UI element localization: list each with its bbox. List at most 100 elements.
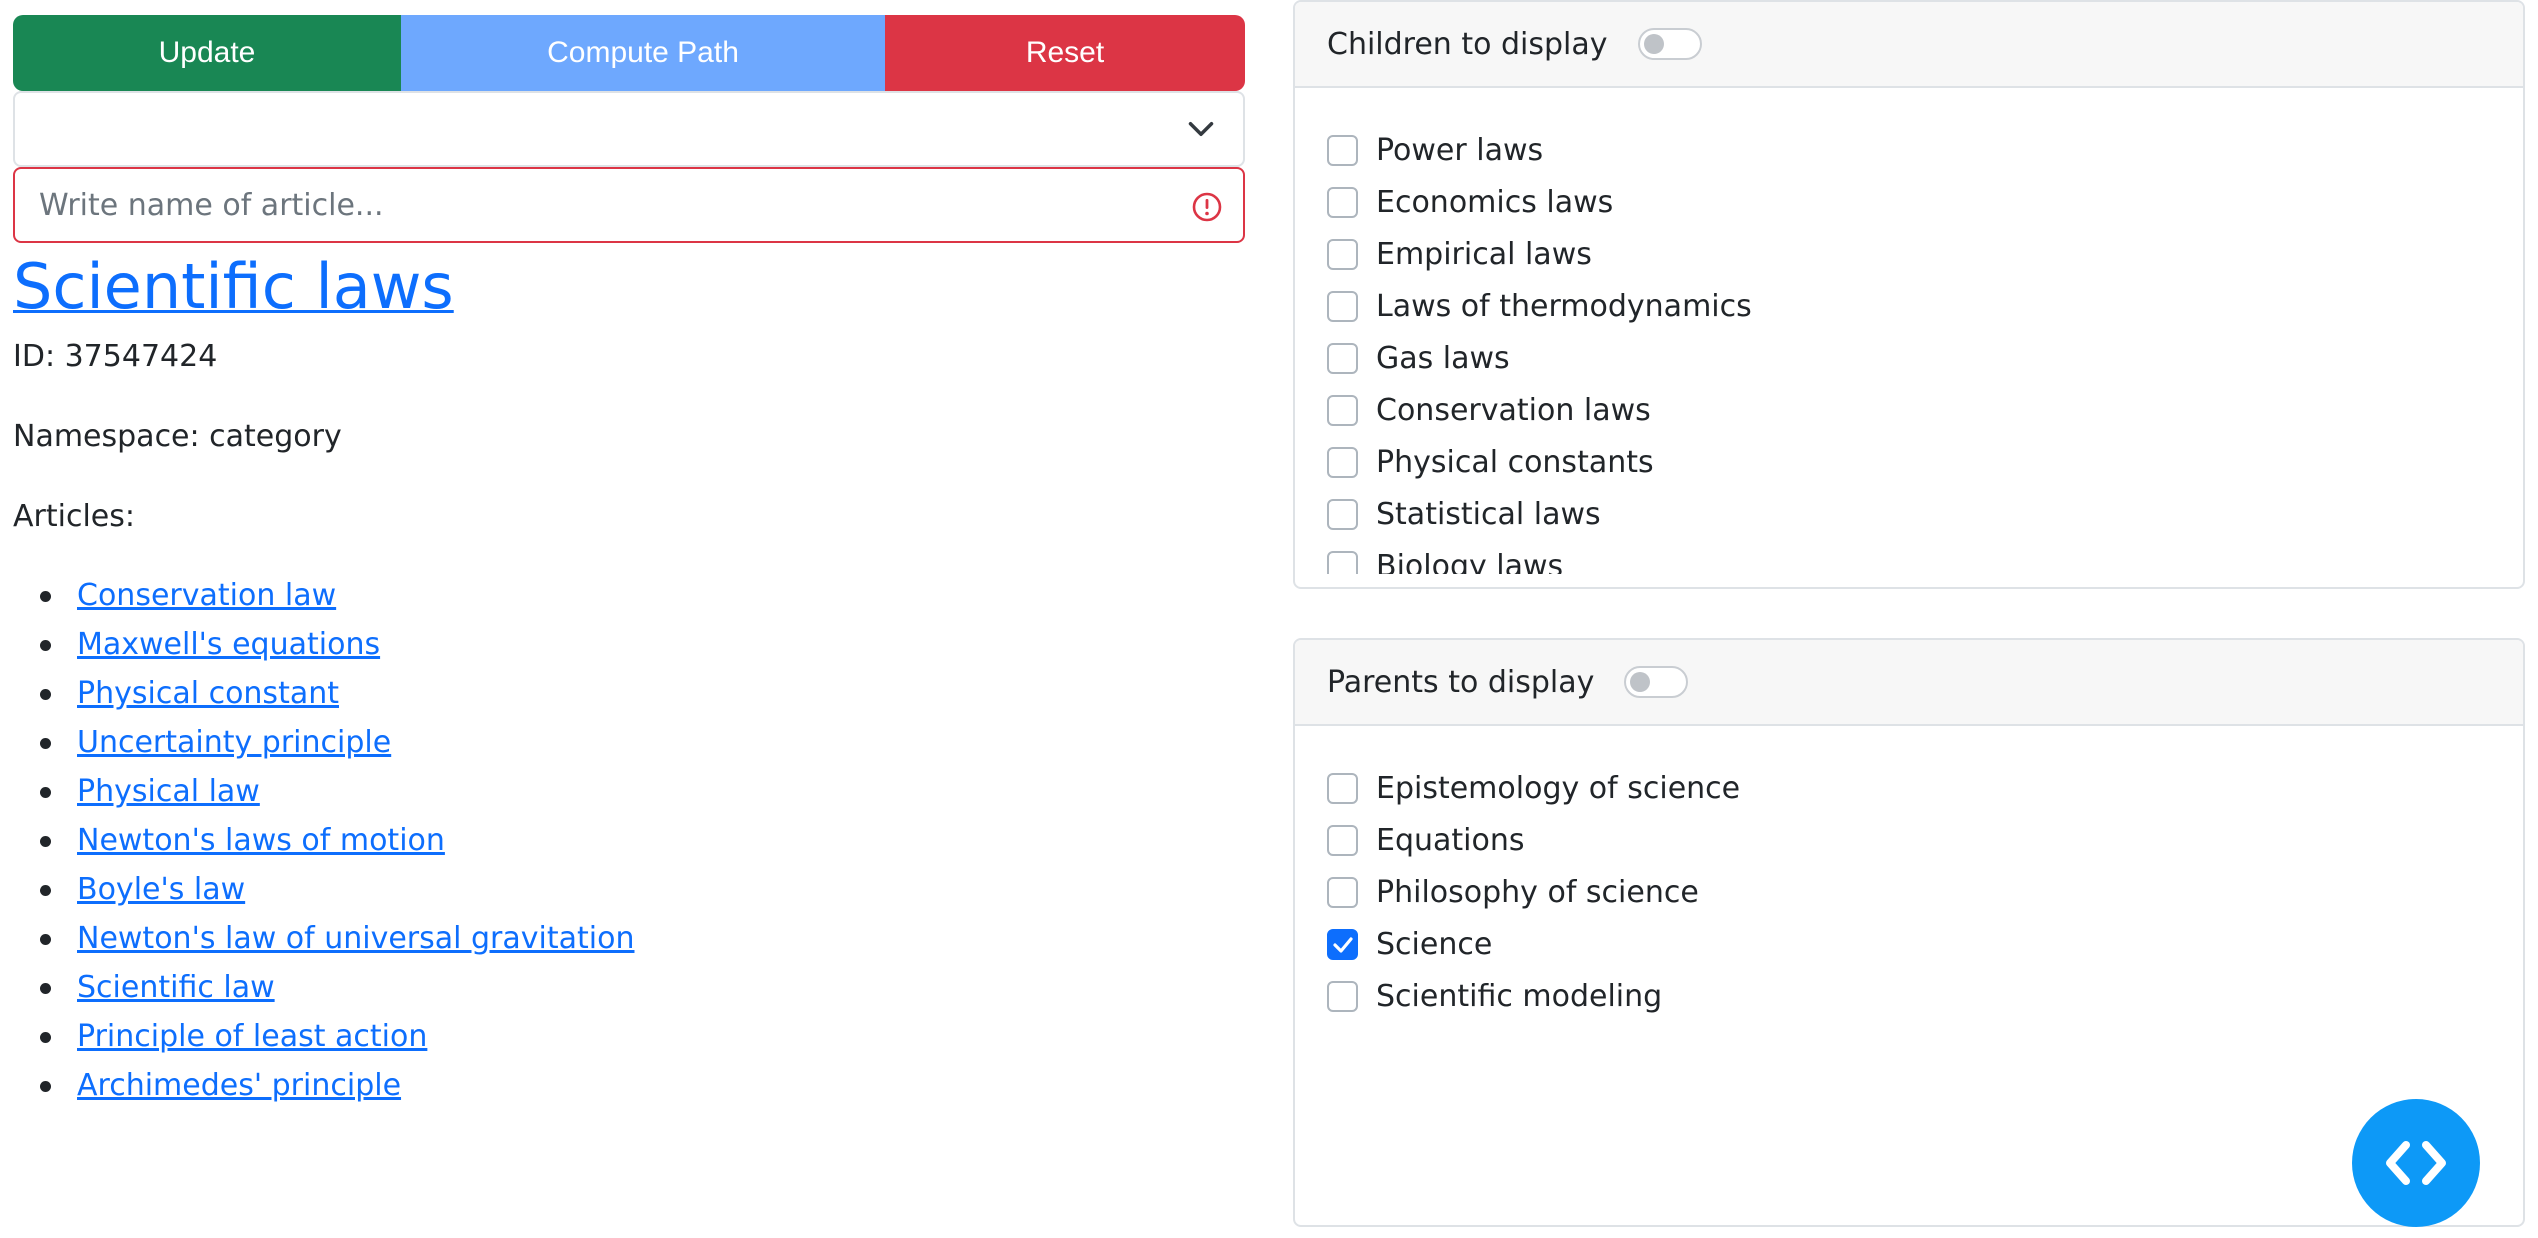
list-item: Conservation law (13, 571, 1245, 620)
list-item: Archimedes' principle (13, 1061, 1245, 1110)
checklist-item: Epistemology of science (1327, 762, 2523, 814)
list-item: Boyle's law (13, 865, 1245, 914)
list-item: Principle of least action (13, 1012, 1245, 1061)
checkbox-label: Physical constants (1376, 444, 1654, 480)
parents-panel-title: Parents to display (1327, 664, 1595, 700)
list-item: Newton's laws of motion (13, 816, 1245, 865)
article-link[interactable]: Boyle's law (77, 872, 245, 907)
checkbox-checked[interactable] (1327, 928, 1358, 960)
checkbox[interactable] (1327, 290, 1358, 322)
bullet-icon (40, 836, 51, 847)
page-title-link[interactable]: Scientific laws (13, 247, 1245, 327)
checklist-item: Philosophy of science (1327, 866, 2523, 918)
checkbox-label: Power laws (1376, 132, 1544, 168)
article-search-field (13, 167, 1245, 243)
article-link[interactable]: Physical law (77, 774, 260, 809)
article-link[interactable]: Newton's law of universal gravitation (77, 921, 634, 956)
bullet-icon (40, 787, 51, 798)
update-button[interactable]: Update (13, 15, 401, 91)
list-item: Uncertainty principle (13, 718, 1245, 767)
main-panel: Update Compute Path Reset Scientific law… (13, 15, 1245, 1110)
checkbox[interactable] (1327, 394, 1358, 426)
children-scroll-area[interactable]: Power laws Economics laws Empirical laws… (1327, 124, 2523, 574)
checkbox[interactable] (1327, 824, 1358, 856)
article-search-input[interactable] (15, 169, 1243, 241)
checkbox[interactable] (1327, 550, 1358, 574)
checkbox-label: Scientific modeling (1376, 978, 1663, 1014)
parents-checklist: Epistemology of science Equations Philos… (1327, 762, 2523, 1022)
checklist-item: Laws of thermodynamics (1327, 280, 2523, 332)
reset-button[interactable]: Reset (885, 15, 1245, 91)
children-panel-header: Children to display (1295, 2, 2523, 88)
checklist-item: Science (1327, 918, 2523, 970)
children-panel-title: Children to display (1327, 26, 1608, 62)
children-toggle[interactable] (1637, 28, 1702, 60)
checkbox[interactable] (1327, 772, 1358, 804)
bullet-icon (40, 738, 51, 749)
article-id: ID: 37547424 (13, 339, 218, 374)
toggle-knob (1643, 34, 1664, 54)
bullet-icon (40, 885, 51, 896)
namespace-label: Namespace: category (13, 419, 342, 454)
checkbox[interactable] (1327, 980, 1358, 1012)
code-brackets-icon (2386, 1141, 2446, 1185)
checkbox-label: Laws of thermodynamics (1376, 288, 1752, 324)
article-link[interactable]: Principle of least action (77, 1019, 427, 1054)
bullet-icon (40, 934, 51, 945)
checkbox-label: Equations (1376, 822, 1525, 858)
checkbox[interactable] (1327, 186, 1358, 218)
article-link[interactable]: Scientific law (77, 970, 275, 1005)
checklist-item: Gas laws (1327, 332, 2523, 384)
article-link[interactable]: Archimedes' principle (77, 1068, 401, 1103)
children-panel: Children to display Power laws Economics… (1293, 0, 2525, 589)
checkbox-label: Biology laws (1376, 548, 1564, 575)
list-item: Maxwell's equations (13, 620, 1245, 669)
bullet-icon (40, 640, 51, 651)
checkbox[interactable] (1327, 134, 1358, 166)
checklist-item: Statistical laws (1327, 488, 2523, 540)
bullet-icon (40, 983, 51, 994)
checklist-item: Conservation laws (1327, 384, 2523, 436)
list-item: Scientific law (13, 963, 1245, 1012)
compute-path-button[interactable]: Compute Path (401, 15, 885, 91)
toolbar: Update Compute Path Reset (13, 15, 1245, 91)
checklist-item: Empirical laws (1327, 228, 2523, 280)
checkbox-label: Epistemology of science (1376, 770, 1741, 806)
checkbox-label: Economics laws (1376, 184, 1614, 220)
article-link[interactable]: Newton's laws of motion (77, 823, 445, 858)
bullet-icon (40, 1032, 51, 1043)
children-checklist: Power laws Economics laws Empirical laws… (1327, 124, 2523, 574)
checkbox[interactable] (1327, 498, 1358, 530)
checklist-item: Biology laws (1327, 540, 2523, 574)
checkbox-label: Gas laws (1376, 340, 1510, 376)
article-list: Conservation law Maxwell's equations Phy… (13, 571, 1245, 1110)
checkbox-label: Conservation laws (1376, 392, 1651, 428)
article-link[interactable]: Uncertainty principle (77, 725, 391, 760)
code-fab-button[interactable] (2352, 1099, 2480, 1227)
list-item: Physical law (13, 767, 1245, 816)
parents-panel: Parents to display Epistemology of scien… (1293, 638, 2525, 1227)
bullet-icon (40, 591, 51, 602)
bullet-icon (40, 1081, 51, 1092)
article-link[interactable]: Physical constant (77, 676, 339, 711)
parents-toggle[interactable] (1624, 666, 1689, 698)
checklist-item: Physical constants (1327, 436, 2523, 488)
article-link[interactable]: Maxwell's equations (77, 627, 380, 662)
article-link[interactable]: Conservation law (77, 578, 336, 613)
parents-panel-body: Epistemology of science Equations Philos… (1295, 726, 2523, 1022)
checkbox[interactable] (1327, 446, 1358, 478)
checkbox-label: Philosophy of science (1376, 874, 1699, 910)
checklist-item: Power laws (1327, 124, 2523, 176)
checkbox[interactable] (1327, 876, 1358, 908)
article-select[interactable] (13, 91, 1245, 167)
checkbox[interactable] (1327, 342, 1358, 374)
checkmark-icon (1333, 936, 1353, 953)
chevron-down-icon (1188, 122, 1214, 136)
toggle-knob (1630, 672, 1651, 692)
parents-panel-header: Parents to display (1295, 640, 2523, 726)
articles-heading: Articles: (13, 499, 135, 534)
checklist-item: Economics laws (1327, 176, 2523, 228)
exclamation-circle-icon (1192, 192, 1222, 222)
list-item: Physical constant (13, 669, 1245, 718)
checkbox[interactable] (1327, 238, 1358, 270)
